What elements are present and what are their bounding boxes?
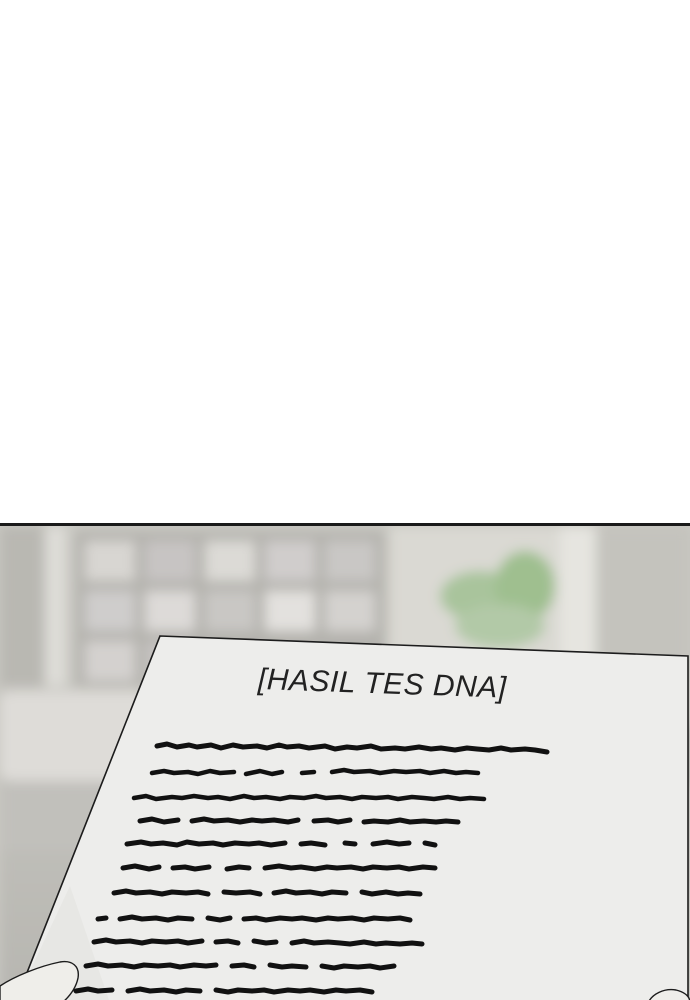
panel-scene — [0, 526, 690, 1000]
blank-white-space — [0, 0, 690, 523]
comic-panel — [0, 523, 690, 1000]
